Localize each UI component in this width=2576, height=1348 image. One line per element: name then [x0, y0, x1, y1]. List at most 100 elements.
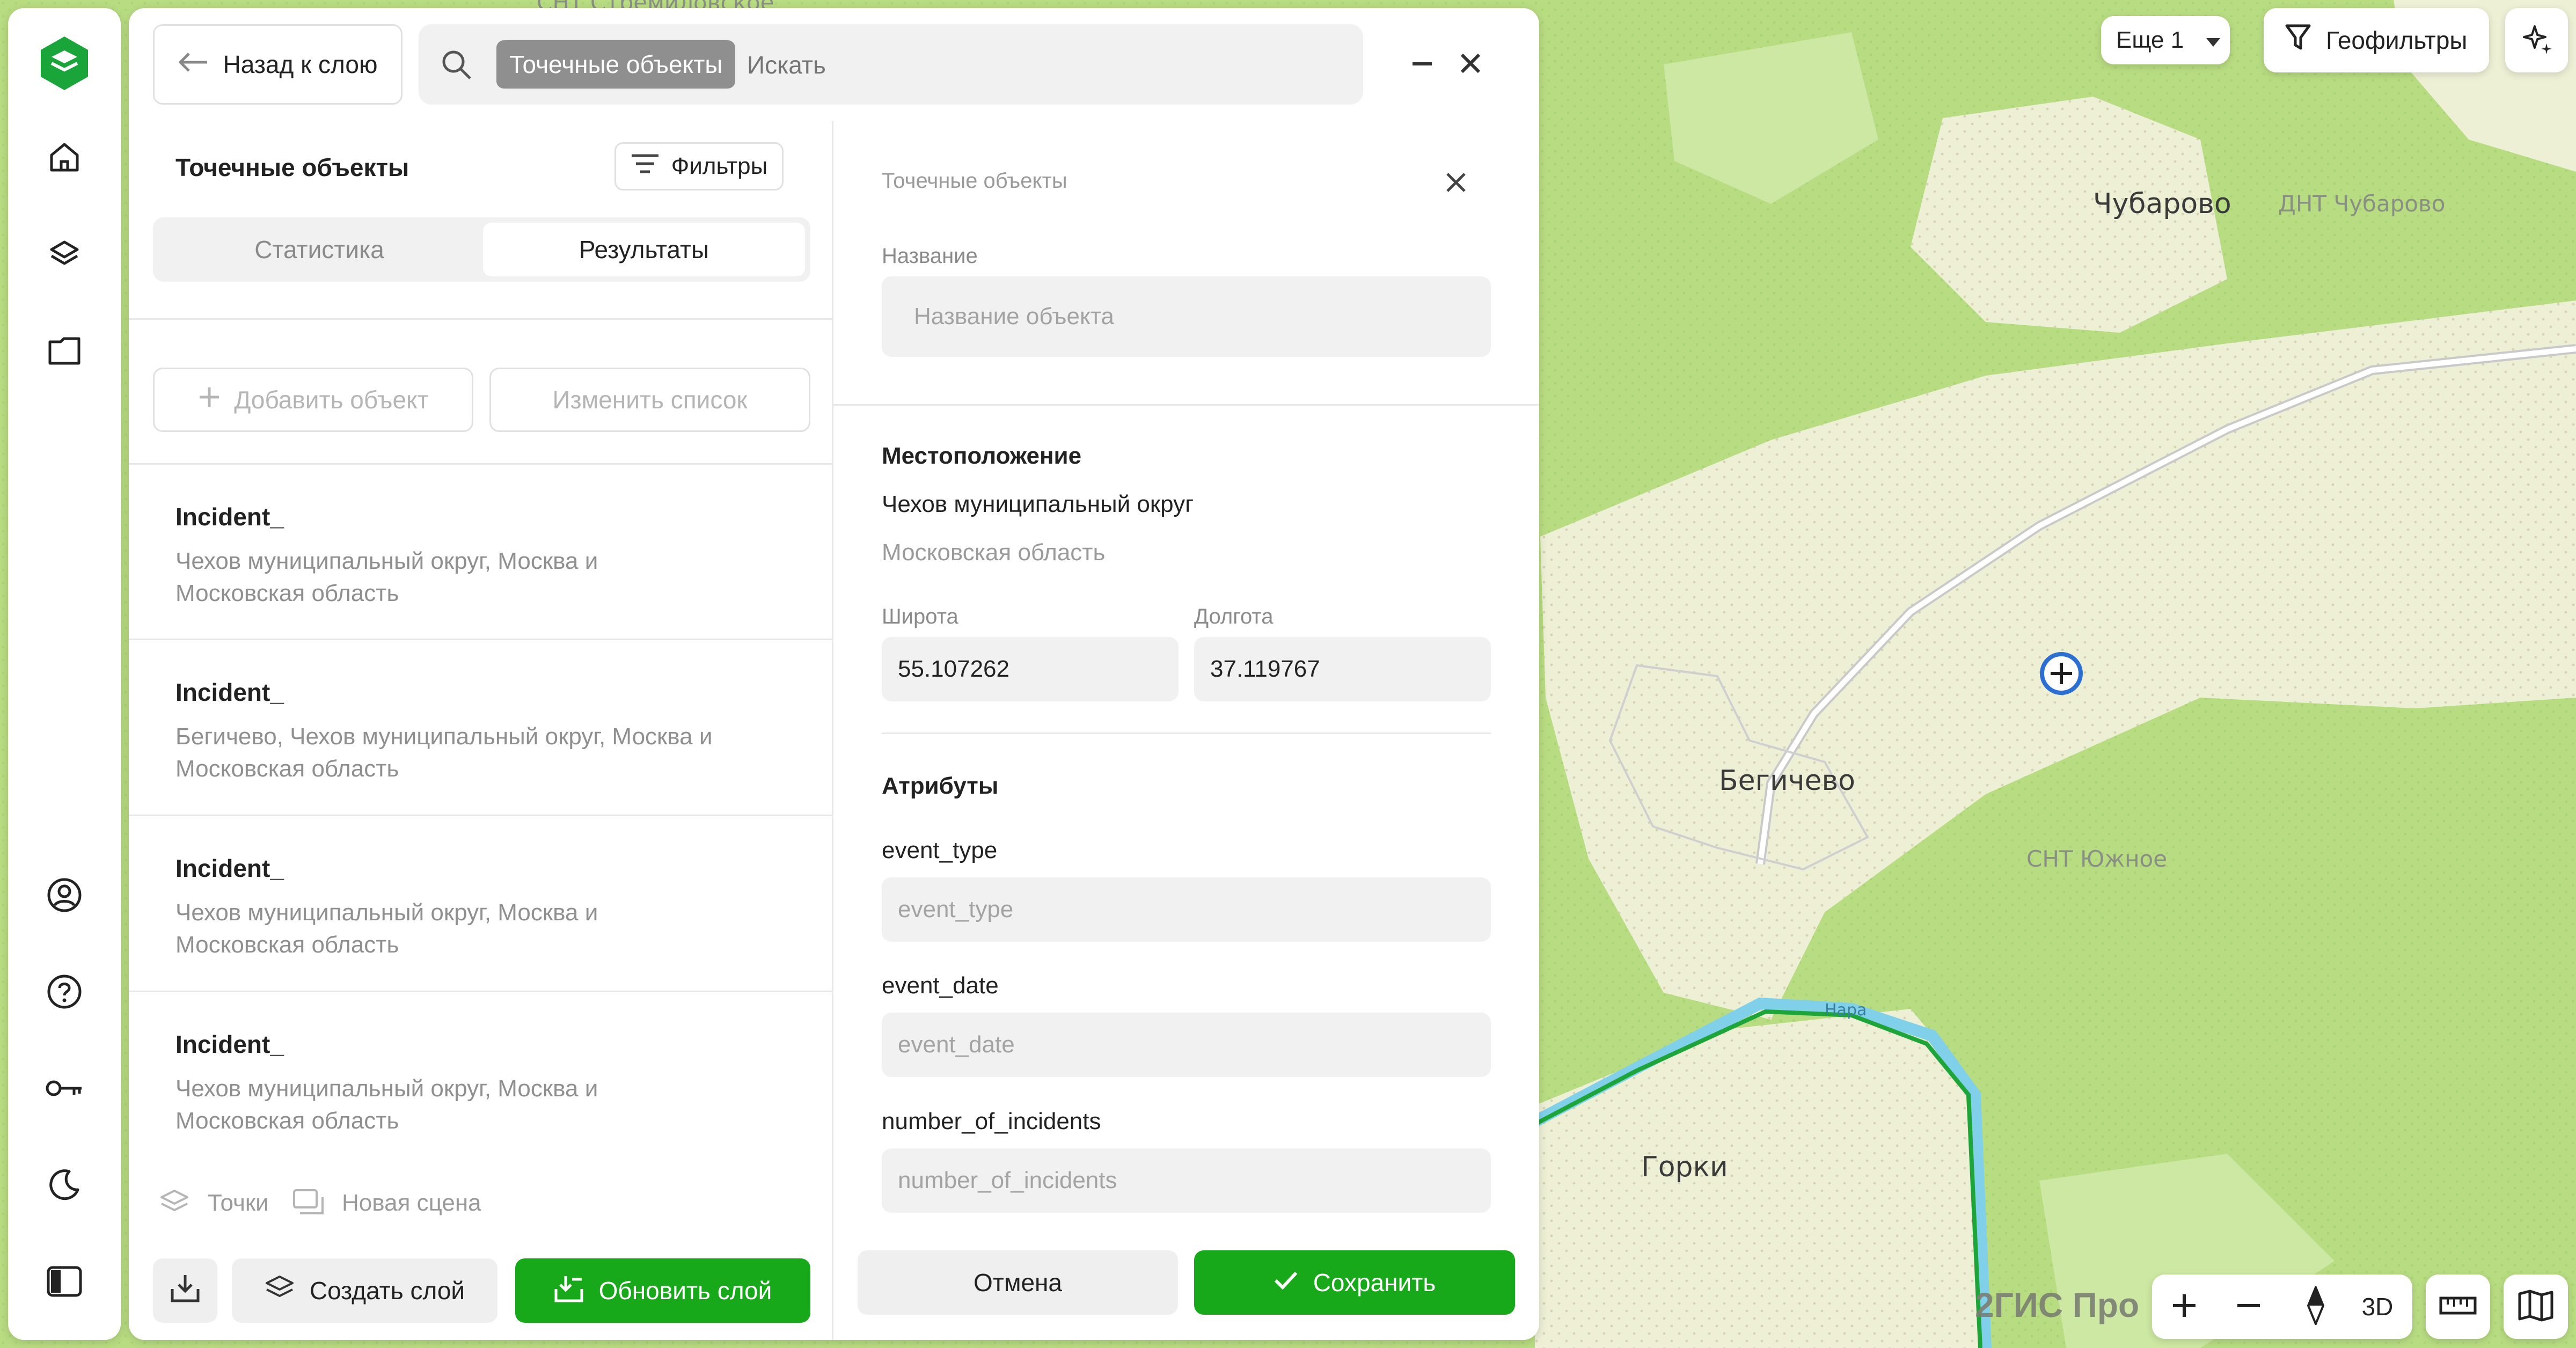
basemap-button[interactable]: [2504, 1274, 2568, 1339]
tab-statistics[interactable]: Статистика: [158, 223, 480, 276]
brand-logo: 2ГИС Про: [1975, 1285, 2139, 1325]
account-button[interactable]: [32, 864, 97, 928]
download-button[interactable]: [153, 1258, 217, 1323]
arrow-left-icon: [178, 50, 208, 79]
ruler-icon: [2439, 1295, 2477, 1319]
attribute-label: event_date: [882, 972, 999, 999]
plus-icon: [197, 385, 221, 415]
app-sidebar: [8, 8, 121, 1340]
list-item-title: Incident_: [175, 854, 284, 882]
account-icon: [47, 877, 82, 915]
list-item[interactable]: Incident_ Чехов муниципальный округ, Мос…: [129, 465, 832, 639]
divider: [882, 732, 1491, 734]
list-footer: Точки Новая сцена Создать слой Обновить …: [129, 1167, 832, 1340]
update-layer-button[interactable]: Обновить слой: [515, 1258, 810, 1323]
list-title: Точечные объекты: [175, 153, 409, 181]
projects-button[interactable]: [32, 319, 97, 384]
location-title: Местоположение: [882, 443, 1082, 469]
ruler-button[interactable]: [2426, 1274, 2490, 1339]
back-to-layer-button[interactable]: Назад к слою: [153, 24, 402, 105]
attribute-field[interactable]: event_type: [882, 877, 1491, 942]
footer-points-label: Точки: [208, 1190, 269, 1216]
chevron-down-icon: [2205, 27, 2221, 54]
close-icon: [1445, 172, 1467, 196]
close-panel-button[interactable]: [1446, 40, 1495, 89]
more-filters-label: Еще 1: [2116, 27, 2184, 53]
layers-button[interactable]: [32, 223, 97, 287]
close-form-button[interactable]: [1436, 164, 1476, 204]
attribute-field[interactable]: number_of_incidents: [882, 1148, 1491, 1213]
plus-icon: [2171, 1292, 2198, 1322]
create-layer-label: Создать слой: [309, 1277, 465, 1305]
download-icon: [170, 1273, 200, 1309]
cancel-button[interactable]: Отмена: [858, 1250, 1178, 1315]
attribute-label: number_of_incidents: [882, 1108, 1101, 1134]
compass-button[interactable]: [2297, 1284, 2334, 1328]
map-label-gorki: Горки: [1641, 1151, 1728, 1183]
app-logo[interactable]: [32, 32, 97, 97]
map-zoom-controls: 3D: [2152, 1274, 2412, 1339]
object-panel: Назад к слою Точечные объекты Точечные о…: [129, 8, 1539, 1340]
search-bar[interactable]: Точечные объекты: [419, 24, 1363, 105]
footer-scene-label: Новая сцена: [342, 1190, 481, 1216]
name-label: Название: [882, 244, 978, 268]
latitude-field[interactable]: 55.107262: [882, 637, 1179, 701]
list-item-subtitle: Чехов муниципальный округ, Москва и Моск…: [175, 548, 598, 606]
zoom-in-button[interactable]: [2165, 1288, 2203, 1325]
check-icon: [1274, 1268, 1298, 1297]
3d-label: 3D: [2361, 1293, 2394, 1321]
filters-button[interactable]: Фильтры: [614, 142, 784, 191]
dark-mode-button[interactable]: [32, 1154, 97, 1218]
edit-list-button[interactable]: Изменить список: [489, 368, 810, 432]
attribute-field[interactable]: event_date: [882, 1013, 1491, 1077]
map-label-river: Нара: [1825, 1001, 1867, 1020]
import-icon: [554, 1273, 584, 1309]
latitude-label: Широта: [882, 605, 958, 628]
attribute-label: event_type: [882, 837, 998, 863]
ai-assistant-button[interactable]: [2505, 8, 2568, 72]
minus-icon: [2235, 1292, 2262, 1322]
create-layer-button[interactable]: Создать слой: [232, 1258, 497, 1323]
longitude-label: Долгота: [1194, 605, 1274, 628]
3d-toggle-button[interactable]: 3D: [2353, 1288, 2402, 1325]
search-input[interactable]: [746, 40, 1338, 90]
filters-label: Фильтры: [671, 153, 768, 179]
list-item-subtitle: Чехов муниципальный округ, Москва и Моск…: [175, 1075, 598, 1134]
location-marker-icon: [2040, 652, 2083, 695]
map-label-snt-yuzhnoe: СНТ Южное: [2026, 846, 2168, 872]
tab-results[interactable]: Результаты: [483, 223, 805, 276]
list-item-subtitle: Бегичево, Чехов муниципальный округ, Мос…: [175, 723, 713, 782]
update-layer-label: Обновить слой: [598, 1277, 772, 1305]
toggle-panel-button[interactable]: [32, 1250, 97, 1315]
column-divider: [832, 121, 833, 1340]
name-field[interactable]: Название объекта: [882, 276, 1491, 357]
help-button[interactable]: [32, 961, 97, 1025]
map-label-chubarovo: Чубарово: [2093, 188, 2231, 220]
save-button[interactable]: Сохранить: [1194, 1250, 1515, 1315]
attributes-title: Атрибуты: [882, 773, 999, 799]
zoom-out-button[interactable]: [2230, 1288, 2267, 1325]
folder-icon: [48, 335, 81, 368]
api-keys-button[interactable]: [32, 1057, 97, 1122]
divider: [129, 318, 832, 320]
list-item[interactable]: Incident_ Бегичево, Чехов муниципальный …: [129, 640, 832, 814]
help-icon: [47, 974, 82, 1012]
add-object-button[interactable]: Добавить объект: [153, 368, 473, 432]
home-button[interactable]: [32, 126, 97, 191]
geofilters-label: Геофильтры: [2326, 26, 2468, 54]
scene-icon: [292, 1189, 325, 1218]
list-item[interactable]: Incident_ Чехов муниципальный округ, Мос…: [129, 816, 832, 990]
minimize-button[interactable]: [1398, 40, 1446, 89]
divider: [833, 404, 1539, 406]
list-item[interactable]: Incident_ Чехов муниципальный округ, Мос…: [129, 992, 832, 1166]
geofilters-button[interactable]: Геофильтры: [2264, 8, 2489, 72]
sparkle-icon: [2520, 22, 2554, 59]
map-label-begichevo: Бегичево: [1719, 765, 1855, 797]
home-icon: [48, 141, 80, 176]
brand-label: 2ГИС Про: [1975, 1286, 2140, 1324]
more-filters-dropdown[interactable]: Еще 1: [2101, 16, 2230, 64]
search-icon: [440, 48, 472, 83]
list-item-title: Incident_: [175, 678, 284, 706]
longitude-field[interactable]: 37.119767: [1194, 637, 1491, 701]
search-filter-chip[interactable]: Точечные объекты: [496, 40, 736, 89]
